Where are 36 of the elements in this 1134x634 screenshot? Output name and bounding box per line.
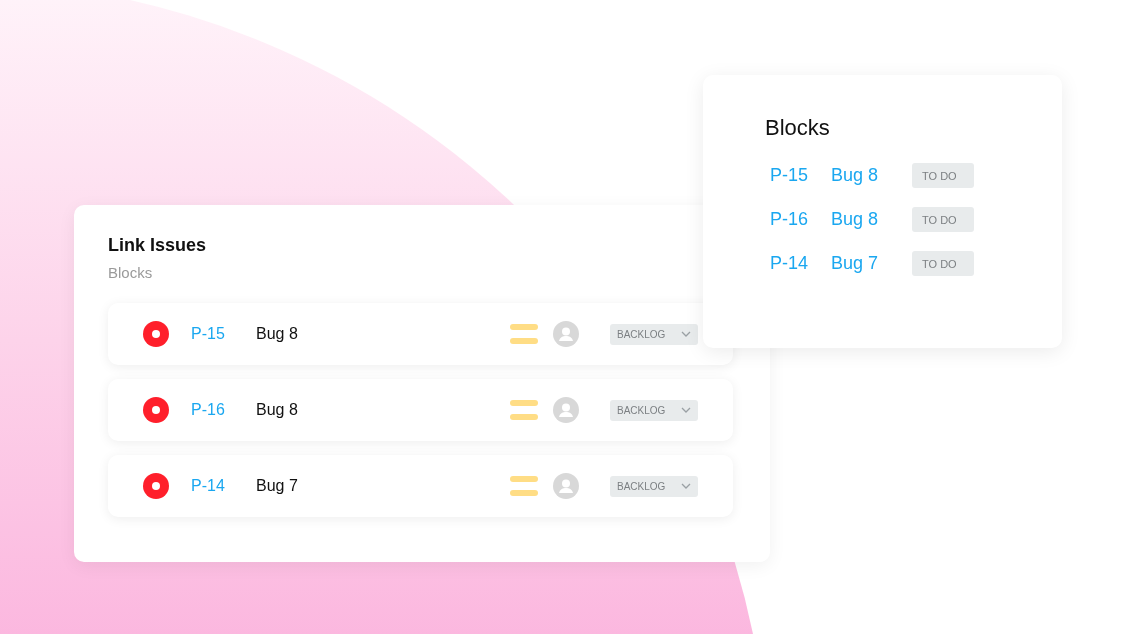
issue-key[interactable]: P-16	[191, 401, 256, 419]
chevron-down-icon	[681, 331, 691, 337]
issue-row[interactable]: P-15 Bug 8 BACKLOG	[108, 303, 733, 365]
priority-icon	[510, 475, 538, 497]
status-dropdown[interactable]: BACKLOG	[610, 323, 698, 345]
card-title: Link Issues	[108, 235, 208, 256]
issue-key[interactable]: P-14	[191, 477, 256, 495]
issue-key[interactable]: P-15	[191, 325, 256, 343]
avatar-icon	[553, 397, 579, 423]
issue-row[interactable]: P-14 Bug 7 BACKLOG	[108, 455, 733, 517]
issue-summary[interactable]: Bug 8	[831, 165, 879, 186]
chevron-down-icon	[681, 483, 691, 489]
bug-icon	[143, 321, 169, 347]
status-tag: TO DO	[912, 163, 974, 188]
card-title: Blocks	[765, 115, 831, 141]
issue-row[interactable]: P-16 Bug 8 BACKLOG	[108, 379, 733, 441]
avatar-icon	[553, 473, 579, 499]
priority-icon	[510, 399, 538, 421]
issue-key[interactable]: P-16	[770, 209, 809, 230]
issue-summary[interactable]: Bug 7	[831, 253, 879, 274]
issue-summary: Bug 8	[256, 401, 299, 419]
issue-key[interactable]: P-14	[770, 253, 809, 274]
avatar-icon	[553, 321, 579, 347]
chevron-down-icon	[681, 407, 691, 413]
bug-icon	[143, 397, 169, 423]
card-subtitle: Blocks	[108, 264, 154, 281]
issue-key[interactable]: P-15	[770, 165, 809, 186]
status-dropdown[interactable]: BACKLOG	[610, 475, 698, 497]
priority-icon	[510, 323, 538, 345]
issue-summary: Bug 7	[256, 477, 299, 495]
status-tag: TO DO	[912, 251, 974, 276]
issue-summary[interactable]: Bug 8	[831, 209, 879, 230]
bug-icon	[143, 473, 169, 499]
issue-summary: Bug 8	[256, 325, 299, 343]
status-dropdown[interactable]: BACKLOG	[610, 399, 698, 421]
status-tag: TO DO	[912, 207, 974, 232]
